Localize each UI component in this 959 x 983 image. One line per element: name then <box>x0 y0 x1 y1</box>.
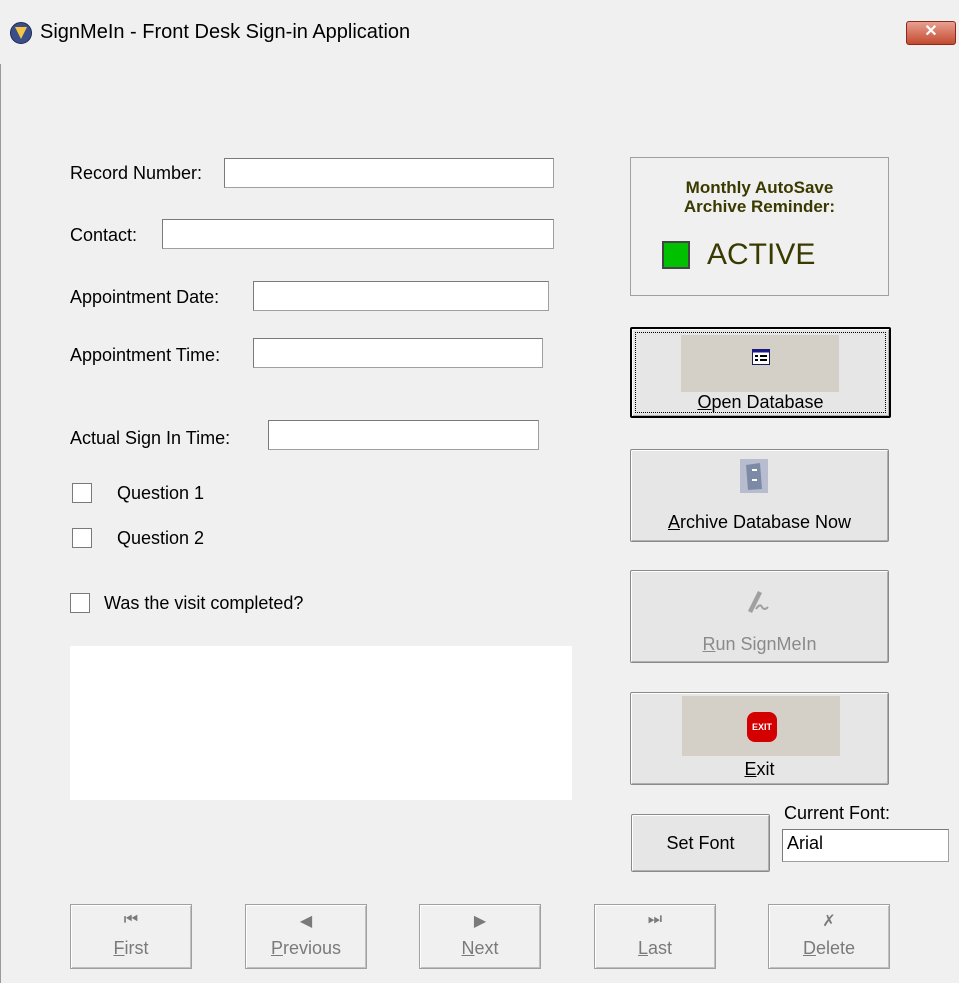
actual-sign-in-field[interactable] <box>268 420 539 450</box>
run-signmein-button[interactable]: Run SignMeIn <box>630 570 889 663</box>
next-record-button[interactable]: ▶ Next <box>419 904 541 969</box>
appointment-time-label: Appointment Time: <box>70 345 221 365</box>
delete-icon: ✗ <box>822 913 836 930</box>
open-database-button[interactable]: Open Database <box>630 327 891 418</box>
set-font-button[interactable]: Set Font <box>631 814 770 872</box>
reminder-status: ACTIVE <box>707 238 816 271</box>
question1-checkbox[interactable] <box>72 483 92 503</box>
delete-label: Delete <box>802 938 856 958</box>
reminder-title: Monthly AutoSave Archive Reminder: <box>631 178 888 216</box>
delete-record-button[interactable]: ✗ Delete <box>768 904 890 969</box>
previous-label: Previous <box>270 938 342 958</box>
last-icon: ⏭ <box>647 911 663 928</box>
status-indicator-icon <box>662 241 690 269</box>
title-bar: SignMeIn - Front Desk Sign-in Applicatio… <box>0 0 959 64</box>
window-left-border <box>0 64 1 983</box>
app-logo-icon <box>10 22 32 44</box>
contact-label: Contact: <box>70 225 138 245</box>
appointment-date-field[interactable] <box>253 281 549 311</box>
run-signmein-label: Run SignMeIn <box>702 634 817 654</box>
archive-database-button[interactable]: Archive Database Now <box>630 449 889 542</box>
set-font-label: Set Font <box>666 833 735 853</box>
appointment-date-label: Appointment Date: <box>70 287 220 307</box>
previous-record-button[interactable]: ◀ Previous <box>245 904 367 969</box>
current-font-value: Arial <box>787 833 824 853</box>
record-number-label: Record Number: <box>70 163 203 183</box>
next-icon: ▶ <box>473 913 487 930</box>
close-button[interactable]: ✕ <box>906 21 956 45</box>
exit-label: Exit <box>744 759 775 779</box>
contact-field[interactable] <box>162 219 554 249</box>
reminder-title-line2: Archive Reminder: <box>683 197 836 216</box>
question1-label: Question 1 <box>117 483 205 503</box>
autosave-reminder-panel: Monthly AutoSave Archive Reminder: ACTIV… <box>630 157 889 296</box>
actual-sign-in-label: Actual Sign In Time: <box>70 428 231 448</box>
signature-pen-icon <box>748 591 769 613</box>
visit-completed-checkbox[interactable] <box>70 593 90 613</box>
visit-completed-label: Was the visit completed? <box>104 593 304 613</box>
first-record-button[interactable]: ⏮ First <box>70 904 192 969</box>
appointment-time-field[interactable] <box>253 338 543 368</box>
filing-cabinet-icon <box>740 459 768 493</box>
database-form-icon <box>752 349 770 365</box>
previous-icon: ◀ <box>299 913 313 930</box>
question2-label: Question 2 <box>117 528 205 548</box>
open-database-label: Open Database <box>697 392 824 412</box>
archive-database-label: Archive Database Now <box>667 512 852 532</box>
current-font-label: Current Font: <box>784 803 891 823</box>
last-label: Last <box>637 938 673 958</box>
exit-stop-icon: EXIT <box>747 712 777 742</box>
question2-checkbox[interactable] <box>72 528 92 548</box>
first-label: First <box>113 938 149 958</box>
reminder-title-line1: Monthly AutoSave <box>685 178 834 197</box>
next-label: Next <box>461 938 499 958</box>
current-font-field[interactable]: Arial <box>782 829 949 862</box>
exit-button[interactable]: EXIT Exit <box>630 692 889 785</box>
last-record-button[interactable]: ⏭ Last <box>594 904 716 969</box>
record-number-field[interactable] <box>224 158 554 188</box>
first-icon: ⏮ <box>123 911 139 928</box>
window-title: SignMeIn - Front Desk Sign-in Applicatio… <box>40 21 411 43</box>
notes-memo[interactable] <box>70 646 572 800</box>
